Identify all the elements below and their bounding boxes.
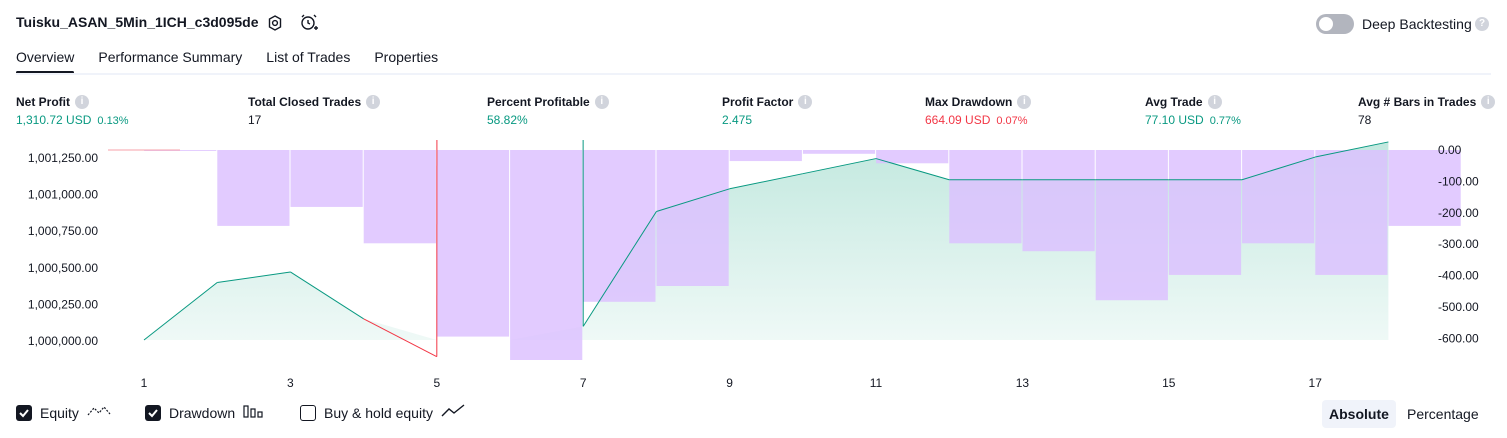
info-icon[interactable]: i bbox=[798, 95, 813, 109]
equity-line-icon bbox=[87, 403, 111, 422]
y-right-tick-label: -400.00 bbox=[1438, 269, 1479, 283]
x-tick-label: 9 bbox=[726, 376, 733, 390]
tab-divider bbox=[16, 73, 1491, 75]
metric-profit-factor: Profit Factor i 2.475 bbox=[722, 94, 813, 127]
drawdown-bar bbox=[802, 150, 876, 154]
drawdown-bar bbox=[290, 150, 363, 207]
x-tick-label: 7 bbox=[580, 376, 587, 390]
x-tick-label: 11 bbox=[870, 376, 883, 390]
tab-overview[interactable]: Overview bbox=[16, 49, 75, 74]
y-left-tick-label: 1,001,000.00 bbox=[28, 188, 98, 202]
y-right-tick-label: -300.00 bbox=[1438, 237, 1479, 251]
percentage-toggle[interactable]: Percentage bbox=[1400, 400, 1486, 428]
info-icon[interactable]: i bbox=[1481, 95, 1496, 109]
x-tick-label: 5 bbox=[433, 376, 440, 390]
y-right-tick-label: -600.00 bbox=[1438, 331, 1479, 345]
x-tick-label: 1 bbox=[141, 376, 148, 390]
tab-properties[interactable]: Properties bbox=[374, 49, 438, 73]
y-right-tick-label: 0.00 bbox=[1438, 143, 1462, 157]
drawdown-bar bbox=[217, 150, 290, 226]
y-right-tick-label: -500.00 bbox=[1438, 300, 1479, 314]
metric-label: Max Drawdown bbox=[925, 95, 1013, 109]
metric-total-closed-trades: Total Closed Trades i 17 bbox=[248, 94, 381, 127]
metric-value: 17 bbox=[248, 113, 262, 127]
checkbox-checked-icon[interactable] bbox=[16, 404, 32, 421]
y-left-tick-label: 1,000,500.00 bbox=[28, 261, 98, 275]
info-icon[interactable]: i bbox=[594, 95, 609, 109]
drawdown-bar bbox=[729, 150, 802, 162]
tab-list-of-trades[interactable]: List of Trades bbox=[266, 49, 350, 73]
x-tick-label: 15 bbox=[1162, 376, 1176, 390]
x-tick-label: 13 bbox=[1016, 376, 1030, 390]
drawdown-bar bbox=[436, 150, 510, 337]
drawdown-bar bbox=[583, 150, 656, 302]
drawdown-bar bbox=[656, 150, 729, 286]
drawdown-bar bbox=[1242, 150, 1315, 244]
metric-label: Avg Trade bbox=[1145, 95, 1203, 109]
y-left-tick-label: 1,000,250.00 bbox=[28, 297, 98, 311]
checkbox-checked-icon[interactable] bbox=[145, 404, 161, 421]
help-icon[interactable]: ? bbox=[1475, 17, 1489, 31]
deep-backtesting-toggle[interactable] bbox=[1316, 14, 1354, 34]
metric-value: 664.09 USD bbox=[925, 113, 991, 127]
checkbox-unchecked-icon[interactable] bbox=[300, 404, 316, 421]
metric-avg-bars: Avg # Bars in Trades i 78 bbox=[1358, 94, 1496, 127]
info-icon[interactable]: i bbox=[366, 95, 381, 109]
legend-equity[interactable]: Equity bbox=[16, 403, 111, 422]
metric-percent: 0.13% bbox=[97, 115, 129, 127]
x-tick-label: 3 bbox=[287, 376, 294, 390]
metric-label: Total Closed Trades bbox=[248, 95, 362, 109]
metric-net-profit: Net Profit i 1,310.72 USD 0.13% bbox=[16, 94, 129, 127]
legend-label: Buy & hold equity bbox=[324, 404, 433, 421]
metric-label: Avg # Bars in Trades bbox=[1358, 95, 1477, 109]
y-right-tick-label: -200.00 bbox=[1438, 206, 1479, 220]
drawdown-bar bbox=[949, 150, 1022, 244]
y-right-tick-label: -100.00 bbox=[1438, 174, 1479, 188]
absolute-toggle[interactable]: Absolute bbox=[1322, 400, 1396, 428]
tab-performance-summary[interactable]: Performance Summary bbox=[98, 49, 242, 73]
alarm-clock-add-icon[interactable] bbox=[298, 12, 320, 34]
metric-value: 2.475 bbox=[722, 113, 753, 127]
x-tick-label: 17 bbox=[1309, 376, 1323, 390]
info-icon[interactable]: i bbox=[1207, 95, 1222, 109]
info-icon[interactable]: i bbox=[1017, 95, 1032, 109]
metric-max-drawdown: Max Drawdown i 664.09 USD 0.07% bbox=[925, 94, 1032, 127]
drawdown-bar bbox=[1168, 150, 1242, 275]
legend-label: Equity bbox=[40, 404, 79, 421]
metric-percent: 0.07% bbox=[996, 115, 1028, 127]
y-left-tick-label: 1,000,750.00 bbox=[28, 224, 98, 238]
equity-drawdown-chart[interactable]: 1,001,250.00 1,001,000.00 1,000,750.00 1,00… bbox=[0, 140, 1507, 395]
drawdown-bar bbox=[1315, 150, 1388, 275]
legend-buy-hold-equity[interactable]: Buy & hold equity bbox=[300, 403, 465, 422]
strategy-name: Tuisku_ASAN_5Min_1ICH_c3d095de bbox=[16, 14, 259, 30]
drawdown-bar bbox=[510, 150, 583, 360]
legend-drawdown[interactable]: Drawdown bbox=[145, 403, 265, 422]
metric-value: 58.82% bbox=[487, 113, 528, 127]
info-icon[interactable]: i bbox=[75, 95, 89, 109]
tab-bar: Overview Performance Summary List of Tra… bbox=[16, 49, 462, 74]
metric-value: 77.10 USD bbox=[1145, 113, 1204, 127]
drawdown-bar bbox=[1095, 150, 1168, 301]
metric-percent: 0.77% bbox=[1209, 115, 1241, 127]
drawdown-bar bbox=[1022, 150, 1095, 252]
deep-backtesting-label: Deep Backtesting bbox=[1362, 16, 1472, 32]
metric-value: 1,310.72 USD bbox=[16, 113, 92, 127]
drawdown-bars-icon bbox=[243, 403, 265, 422]
y-left-tick-label: 1,000,000.00 bbox=[28, 334, 98, 348]
metric-label: Profit Factor bbox=[722, 95, 794, 109]
metric-label: Percent Profitable bbox=[487, 95, 590, 109]
drawdown-bar bbox=[363, 150, 436, 244]
metric-value: 78 bbox=[1358, 113, 1372, 127]
metric-percent-profitable: Percent Profitable i 58.82% bbox=[487, 94, 609, 127]
metric-label: Net Profit bbox=[16, 95, 70, 109]
legend-label: Drawdown bbox=[169, 404, 236, 421]
y-left-tick-label: 1,001,250.00 bbox=[28, 151, 98, 165]
buy-hold-line-icon bbox=[441, 403, 465, 422]
metric-avg-trade: Avg Trade i 77.10 USD 0.77% bbox=[1145, 94, 1241, 127]
gear-icon[interactable] bbox=[264, 12, 286, 34]
